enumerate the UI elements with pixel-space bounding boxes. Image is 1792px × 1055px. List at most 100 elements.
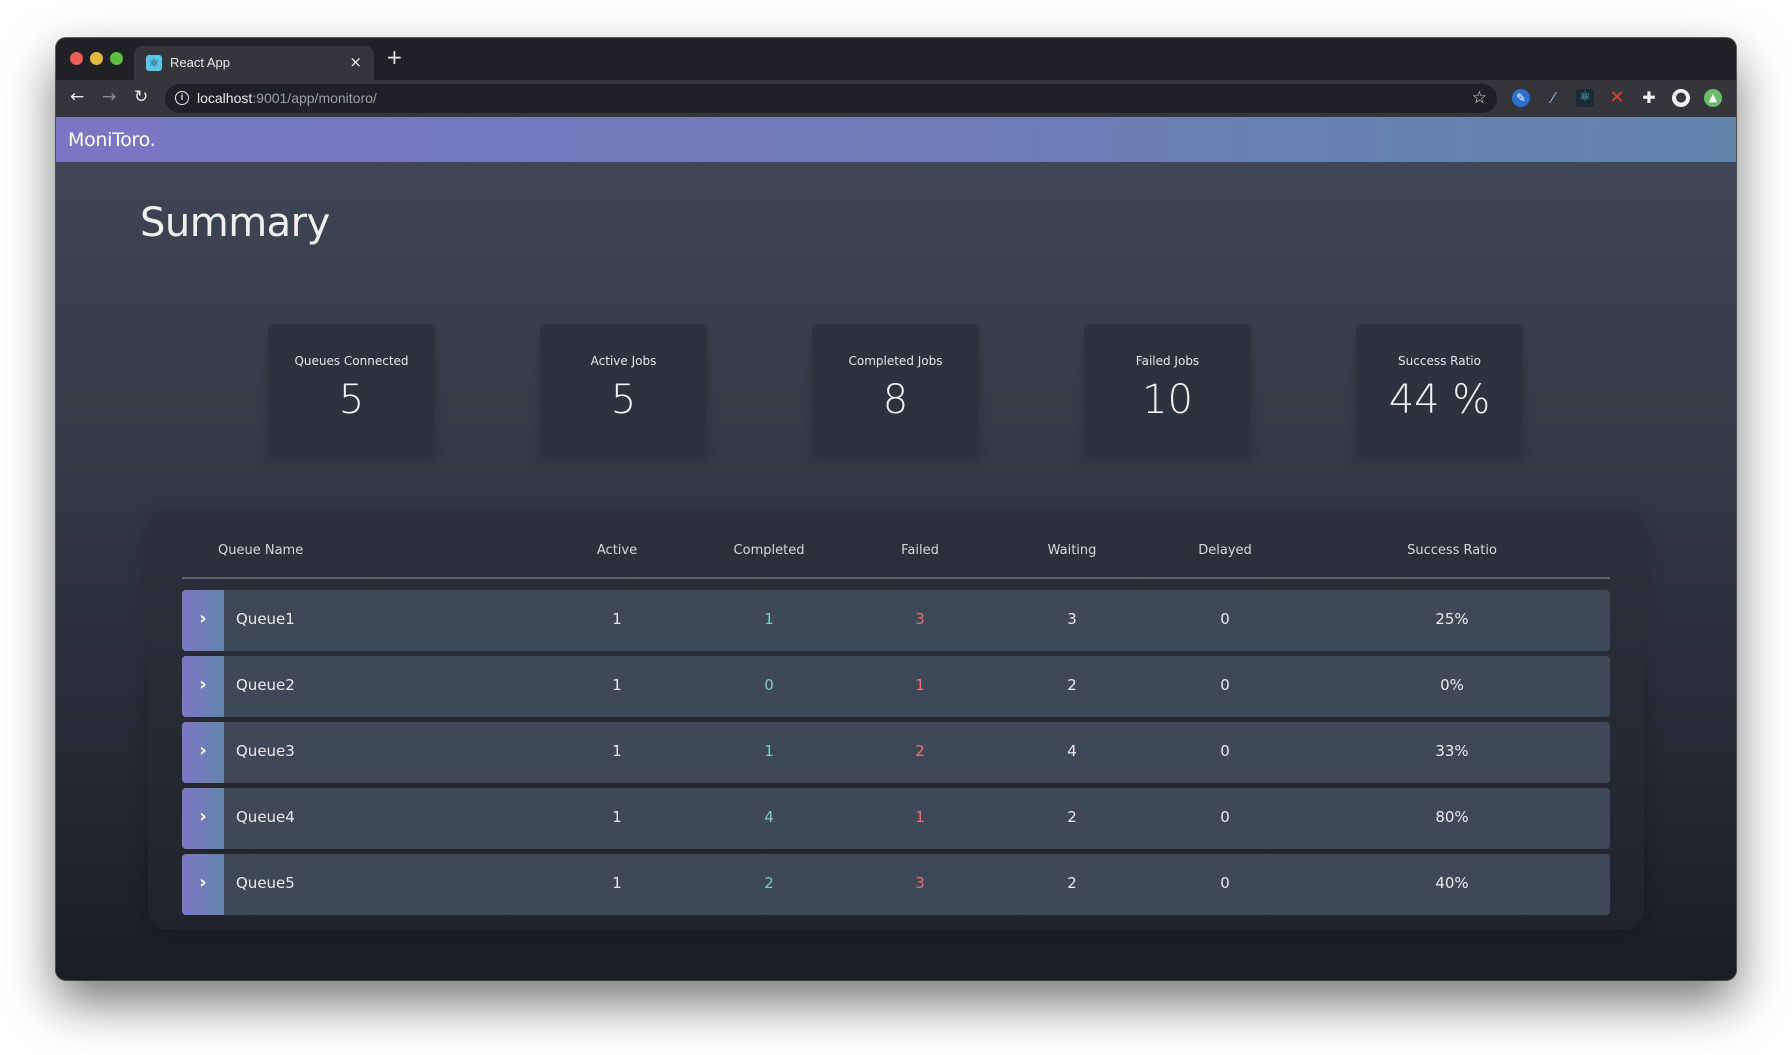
card-label: Completed Jobs xyxy=(848,354,943,368)
active-count: 1 xyxy=(612,808,622,826)
page-title: Summary xyxy=(140,200,330,246)
column-header-waiting[interactable]: Waiting xyxy=(1048,543,1097,558)
tab-title: React App xyxy=(170,55,230,70)
new-tab-button[interactable]: + xyxy=(386,47,403,67)
waiting-count: 3 xyxy=(1067,610,1077,628)
column-header-delayed[interactable]: Delayed xyxy=(1198,543,1252,558)
react-logo-icon: ⚛ xyxy=(146,55,162,71)
chevron-right-icon[interactable]: › xyxy=(182,590,224,651)
queue-name: Queue5 xyxy=(236,874,295,892)
card-active-jobs: Active Jobs 5 xyxy=(540,324,707,458)
card-value: 44 % xyxy=(1388,377,1491,423)
success-ratio: 33% xyxy=(1435,742,1469,760)
card-queues-connected: Queues Connected 5 xyxy=(268,324,435,458)
site-info-icon[interactable]: i xyxy=(175,91,189,105)
chevron-right-icon[interactable]: › xyxy=(182,722,224,783)
completed-count: 1 xyxy=(764,742,774,760)
queue-name: Queue4 xyxy=(236,808,295,826)
active-count: 1 xyxy=(612,874,622,892)
delayed-count: 0 xyxy=(1220,742,1230,760)
column-header-failed[interactable]: Failed xyxy=(901,543,939,558)
failed-count: 3 xyxy=(915,874,925,892)
table-row[interactable]: › Queue2 1 0 1 2 0 0% xyxy=(182,656,1610,717)
completed-count: 4 xyxy=(764,808,774,826)
puzzle-extensions-icon[interactable]: ✚ xyxy=(1640,89,1658,107)
reload-icon[interactable]: ↻ xyxy=(134,87,148,107)
blue-pen-extension-icon[interactable]: ✎ xyxy=(1512,89,1530,107)
brand-logo[interactable]: MoniToro. xyxy=(68,129,156,151)
queue-name: Queue3 xyxy=(236,742,295,760)
queue-name: Queue1 xyxy=(236,610,295,628)
queues-table: Queue Name Active Completed Failed Waiti… xyxy=(148,510,1644,930)
url-host: localhost xyxy=(197,90,253,106)
completed-count: 2 xyxy=(764,874,774,892)
column-header-active[interactable]: Active xyxy=(597,543,637,558)
waiting-count: 2 xyxy=(1067,676,1077,694)
browser-tab[interactable]: ⚛ React App × xyxy=(134,46,374,80)
delayed-count: 0 xyxy=(1220,808,1230,826)
failed-count: 1 xyxy=(915,676,925,694)
card-label: Queues Connected xyxy=(294,354,409,368)
chevron-right-icon[interactable]: › xyxy=(182,656,224,717)
card-label: Active Jobs xyxy=(590,354,657,368)
success-ratio: 25% xyxy=(1435,610,1469,628)
chevron-right-icon[interactable]: › xyxy=(182,788,224,849)
table-row[interactable]: › Queue4 1 4 1 2 0 80% xyxy=(182,788,1610,849)
table-row[interactable]: › Queue5 1 2 3 2 0 40% xyxy=(182,854,1610,915)
active-count: 1 xyxy=(612,676,622,694)
back-arrow-icon[interactable]: ← xyxy=(70,87,84,107)
card-completed-jobs: Completed Jobs 8 xyxy=(812,324,979,458)
card-label: Success Ratio xyxy=(1398,354,1481,368)
waiting-count: 4 xyxy=(1067,742,1077,760)
table-header: Queue Name Active Completed Failed Waiti… xyxy=(182,510,1610,579)
summary-cards: Queues Connected 5 Active Jobs 5 Complet… xyxy=(56,324,1736,458)
profile-avatar-icon[interactable]: ● xyxy=(1672,89,1690,107)
browser-toolbar: ← → ↻ i localhost:9001/app/monitoro/ ☆ ✎… xyxy=(56,80,1736,117)
active-count: 1 xyxy=(612,610,622,628)
browser-window: ⚛ React App × + ← → ↻ i localhost:9001/a… xyxy=(56,38,1736,980)
eyedropper-extension-icon[interactable]: ⁄ xyxy=(1544,89,1562,107)
close-window-button[interactable] xyxy=(70,52,83,65)
waiting-count: 2 xyxy=(1067,874,1077,892)
bookmark-star-icon[interactable]: ☆ xyxy=(1472,88,1487,108)
delayed-count: 0 xyxy=(1220,874,1230,892)
minimize-window-button[interactable] xyxy=(90,52,103,65)
tab-strip: ⚛ React App × + xyxy=(56,38,1736,80)
address-bar[interactable]: i localhost:9001/app/monitoro/ ☆ xyxy=(165,84,1497,113)
failed-count: 3 xyxy=(915,610,925,628)
chevron-right-icon[interactable]: › xyxy=(182,854,224,915)
close-tab-icon[interactable]: × xyxy=(349,53,362,71)
success-ratio: 80% xyxy=(1435,808,1469,826)
app-header: MoniToro. xyxy=(56,117,1736,162)
page-content: Summary Queues Connected 5 Active Jobs 5… xyxy=(56,162,1736,980)
queue-name: Queue2 xyxy=(236,676,295,694)
waiting-count: 2 xyxy=(1067,808,1077,826)
react-devtools-extension-icon[interactable]: ⚛ xyxy=(1576,89,1594,107)
table-row[interactable]: › Queue3 1 1 2 4 0 33% xyxy=(182,722,1610,783)
failed-count: 1 xyxy=(915,808,925,826)
red-x-extension-icon[interactable]: ✕ xyxy=(1608,89,1626,107)
card-value: 5 xyxy=(610,377,637,423)
success-ratio: 40% xyxy=(1435,874,1469,892)
card-value: 10 xyxy=(1142,377,1193,423)
column-header-success-ratio[interactable]: Success Ratio xyxy=(1407,543,1497,558)
forward-arrow-icon[interactable]: → xyxy=(102,87,116,107)
card-label: Failed Jobs xyxy=(1135,354,1200,368)
completed-count: 0 xyxy=(764,676,774,694)
card-value: 8 xyxy=(882,377,909,423)
active-count: 1 xyxy=(612,742,622,760)
card-failed-jobs: Failed Jobs 10 xyxy=(1084,324,1251,458)
url-text[interactable]: localhost:9001/app/monitoro/ xyxy=(197,90,377,106)
maximize-window-button[interactable] xyxy=(110,52,123,65)
column-header-completed[interactable]: Completed xyxy=(734,543,805,558)
failed-count: 2 xyxy=(915,742,925,760)
delayed-count: 0 xyxy=(1220,610,1230,628)
completed-count: 1 xyxy=(764,610,774,628)
delayed-count: 0 xyxy=(1220,676,1230,694)
column-header-queue-name[interactable]: Queue Name xyxy=(218,543,303,558)
card-success-ratio: Success Ratio 44 % xyxy=(1356,324,1523,458)
table-row[interactable]: › Queue1 1 1 3 3 0 25% xyxy=(182,590,1610,651)
update-arrow-icon[interactable]: ▲ xyxy=(1704,89,1722,107)
url-path: :9001/app/monitoro/ xyxy=(252,90,377,106)
card-value: 5 xyxy=(338,377,365,423)
